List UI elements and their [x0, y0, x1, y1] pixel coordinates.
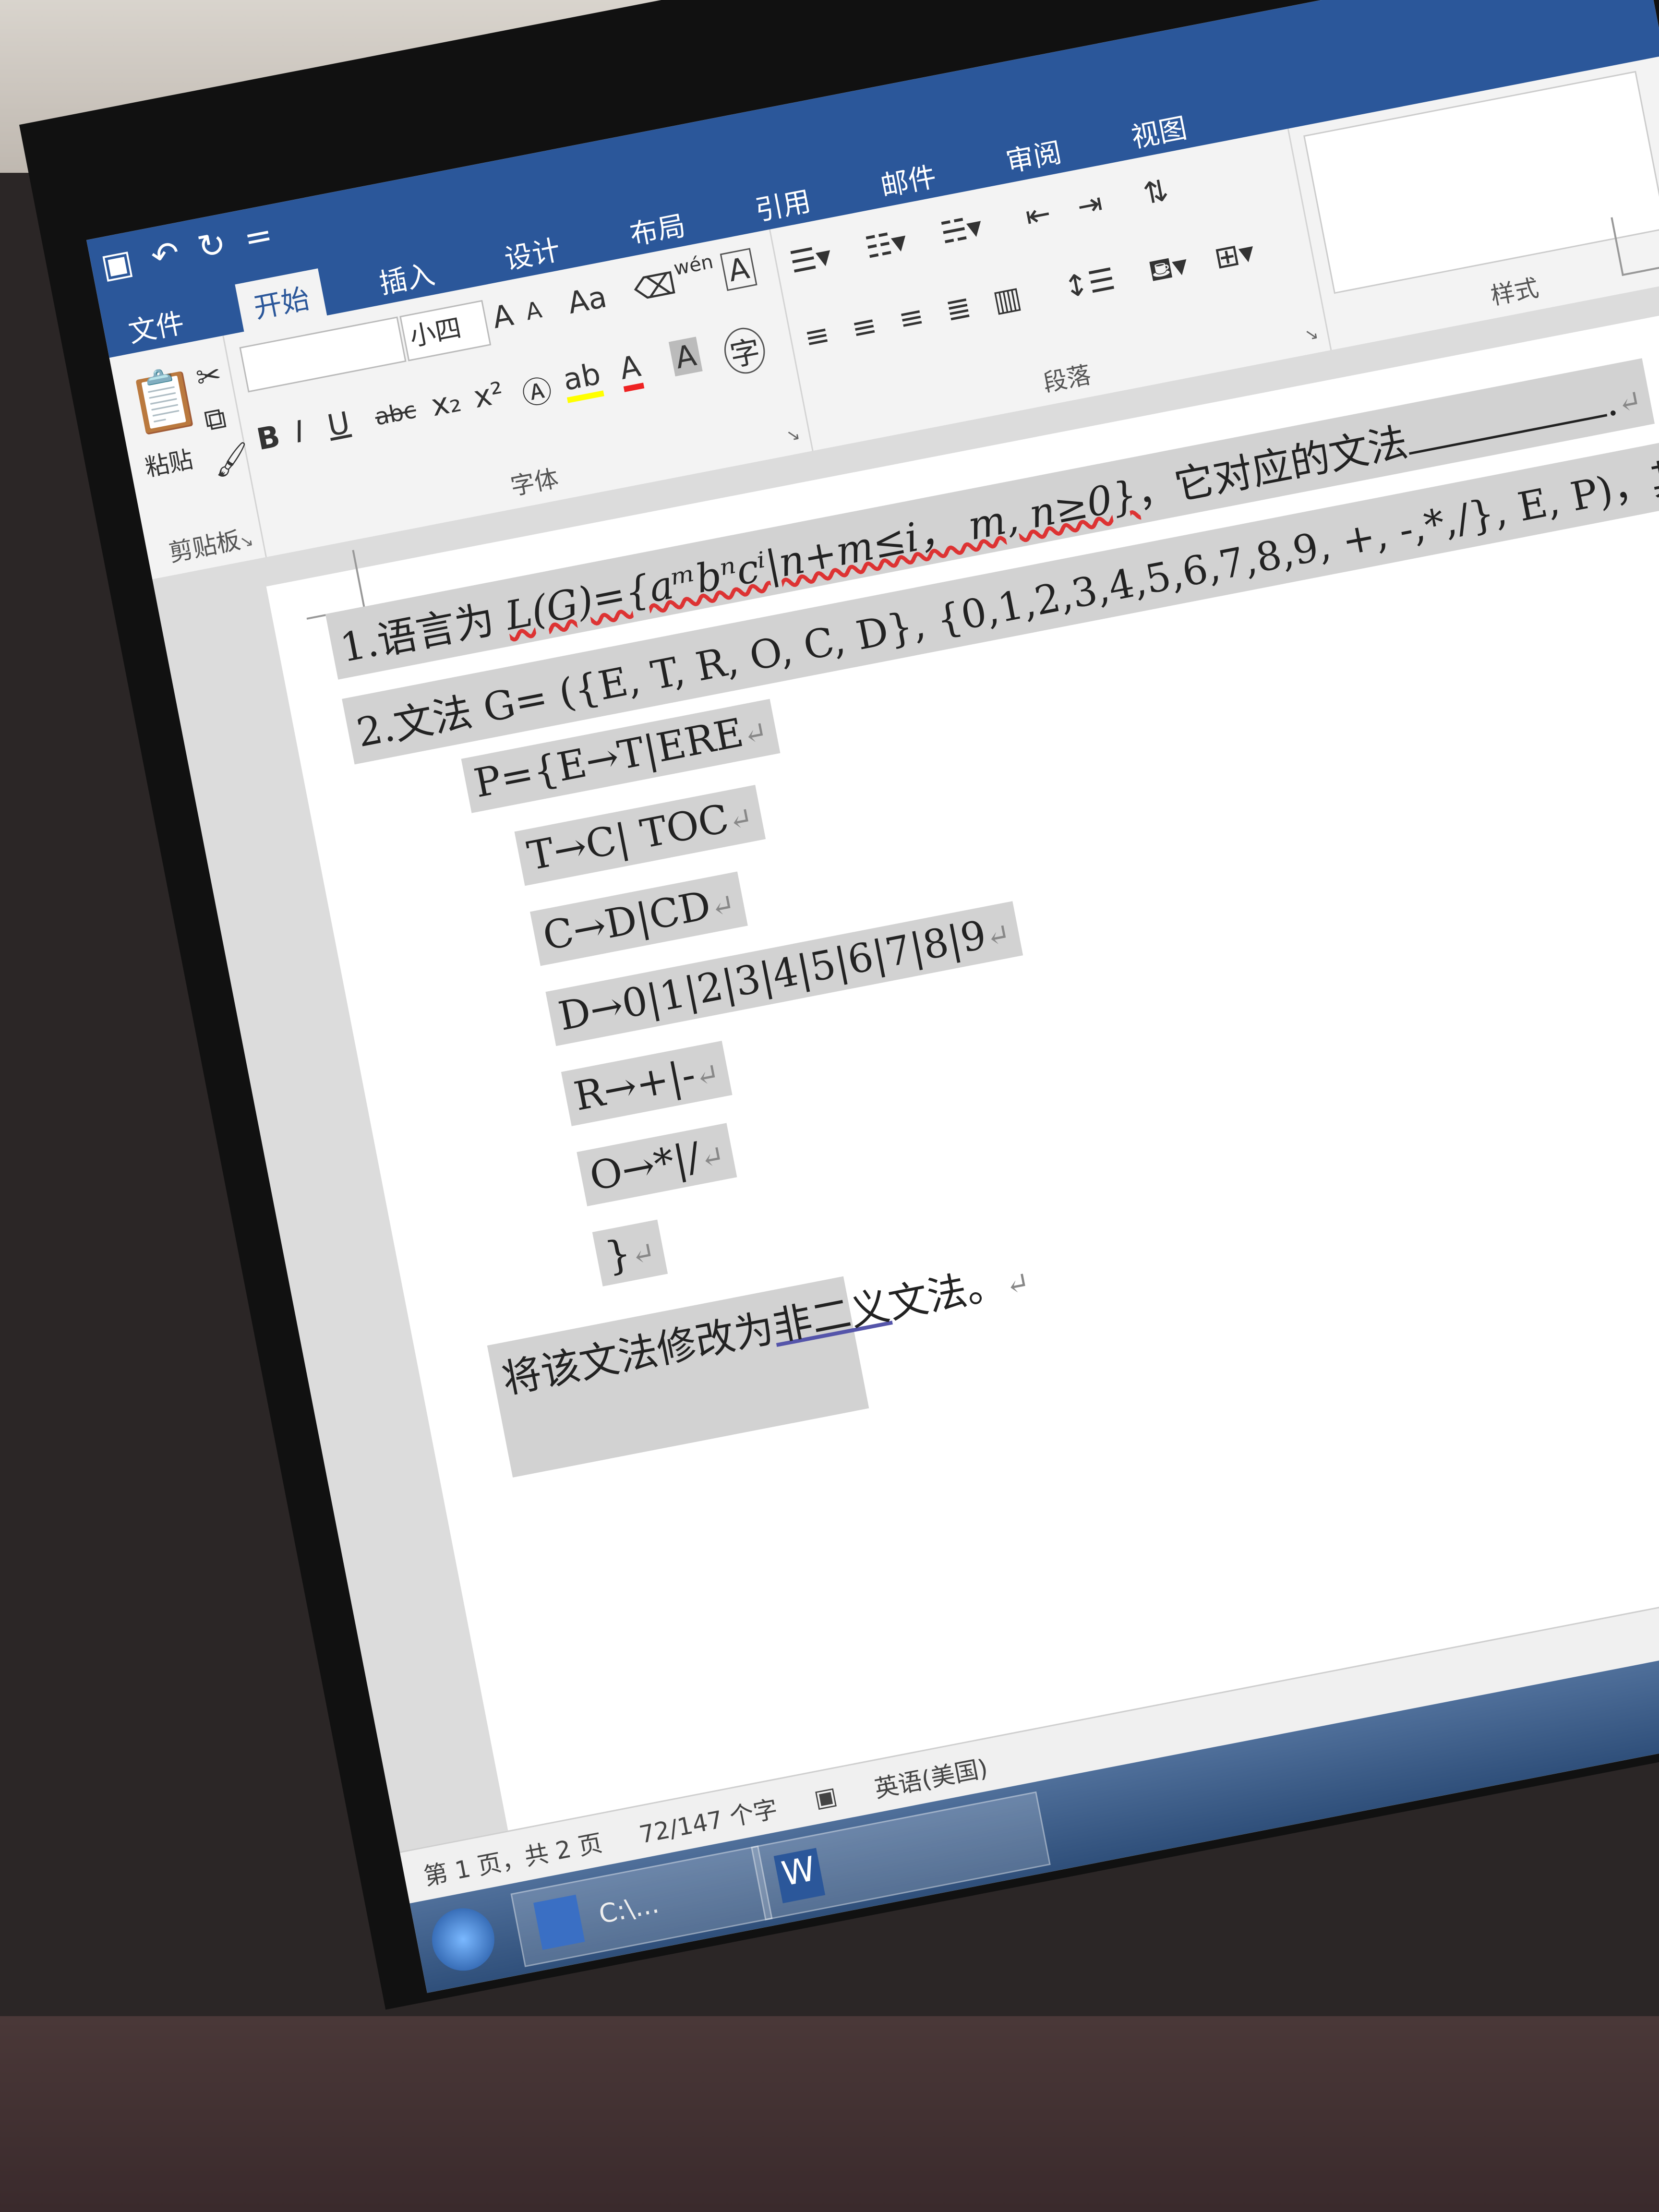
italic-button[interactable]: I: [292, 414, 307, 450]
numbering-icon[interactable]: ☷▾: [862, 223, 910, 265]
rule-text: R→+|-: [570, 1051, 699, 1120]
undo-icon[interactable]: ↶: [148, 232, 183, 276]
increase-indent-icon[interactable]: ⇥: [1074, 185, 1106, 225]
text-effects-icon[interactable]: Ⓐ: [518, 366, 555, 414]
sort-icon[interactable]: ⇅: [1140, 172, 1171, 212]
phonetic-guide-button[interactable]: wén: [672, 251, 715, 280]
q1-answer-blank[interactable]: [1409, 414, 1608, 455]
rule-text: C→D|CD: [539, 882, 715, 960]
grammar-rule: R→+|-↵: [561, 1041, 733, 1127]
strikethrough-button[interactable]: abc: [373, 397, 418, 431]
borders-icon[interactable]: ⊞▾: [1212, 234, 1257, 276]
shrink-font-button[interactable]: A: [523, 296, 544, 325]
copy-icon[interactable]: ⧉: [201, 399, 229, 438]
justify-icon[interactable]: ≣: [943, 289, 974, 328]
question-2-task: 将该文法修改为非二义文法。↵: [487, 1261, 1033, 1478]
rule-text: O→*|/: [586, 1134, 704, 1200]
paste-button[interactable]: 粘贴: [142, 440, 195, 483]
change-case-button[interactable]: Aa: [565, 279, 610, 321]
paste-icon[interactable]: 📋: [122, 361, 205, 441]
char-border-button[interactable]: A: [720, 248, 758, 291]
clear-format-icon[interactable]: ⌫: [631, 265, 679, 308]
superscript-button[interactable]: x²: [471, 375, 506, 415]
font-size-select[interactable]: 小四: [399, 300, 492, 361]
save-icon[interactable]: ▣: [97, 241, 136, 286]
bold-button[interactable]: B: [254, 418, 283, 457]
rule-text: T→C| TOC: [524, 795, 733, 880]
grammar-rule: O→*|/↵: [577, 1123, 737, 1206]
taskbar-item-label: C:\...: [596, 1888, 661, 1930]
font-color-button[interactable]: A: [616, 348, 645, 392]
q2-label: 2.文法 G=: [353, 672, 564, 757]
enclose-char-button[interactable]: 字: [720, 324, 769, 377]
shading-icon[interactable]: ⛾▾: [1145, 247, 1191, 292]
grammar-rule: C→D|CD↵: [529, 871, 748, 966]
task-text-a: 将该文法修改为: [498, 1305, 778, 1403]
customize-qat-icon[interactable]: =: [240, 215, 276, 259]
background-floor: [0, 2016, 1659, 2212]
subscript-button[interactable]: x₂: [428, 383, 464, 423]
align-left-icon[interactable]: ≡: [802, 316, 833, 356]
line-spacing-icon[interactable]: ↕☰: [1060, 261, 1118, 305]
start-button[interactable]: [426, 1903, 500, 1976]
grammar-rule-close: }↵: [592, 1219, 668, 1286]
align-center-icon[interactable]: ≡: [849, 307, 880, 347]
grow-font-button[interactable]: A: [490, 297, 517, 336]
char-shading-button[interactable]: A: [668, 337, 703, 377]
explorer-icon: [533, 1894, 585, 1950]
distribute-icon[interactable]: ▥: [990, 279, 1024, 319]
proofing-icon[interactable]: ▣: [812, 1781, 839, 1813]
grammar-rule: T→C| TOC↵: [514, 785, 766, 886]
multilevel-list-icon[interactable]: ☵▾: [938, 208, 985, 251]
word-icon: W: [773, 1848, 826, 1903]
highlight-button[interactable]: ab: [560, 356, 605, 403]
task-text-b: 非二义: [769, 1283, 894, 1350]
redo-icon[interactable]: ↻: [194, 224, 229, 268]
font-name-select[interactable]: [239, 316, 407, 393]
underline-button[interactable]: U: [325, 405, 352, 443]
bullets-icon[interactable]: ☰▾: [787, 238, 834, 280]
align-right-icon[interactable]: ≡: [896, 298, 927, 337]
word-window: ▣ ↶ ↻ = 文件 开始 插入 设计 布局 引用 邮件 审阅 视图 📋 粘贴 …: [86, 0, 1659, 1993]
decrease-indent-icon[interactable]: ⇤: [1022, 195, 1054, 234]
rule-text: }: [601, 1230, 635, 1280]
task-text-c: 文法。: [885, 1260, 1010, 1328]
